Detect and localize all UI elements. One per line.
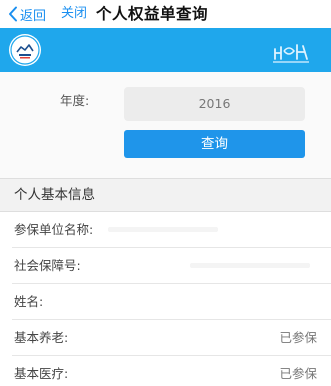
query-form: 年度: 2016 查询	[0, 72, 331, 178]
info-row-label: 姓名:	[14, 294, 44, 309]
info-row-employer: 参保单位名称:	[0, 212, 331, 248]
masked-value	[190, 263, 310, 268]
brand-mark-icon	[271, 35, 311, 69]
info-row-value: 已参保	[279, 366, 317, 381]
logo-icon	[9, 34, 41, 66]
info-row-label: 参保单位名称:	[14, 222, 94, 237]
query-button[interactable]: 查询	[124, 130, 305, 158]
masked-value	[108, 227, 218, 232]
close-button[interactable]: 关闭	[61, 4, 87, 24]
info-row-label: 基本养老:	[14, 330, 69, 345]
page-title: 个人权益单查询	[96, 5, 209, 23]
info-row-label: 基本医疗:	[14, 366, 69, 381]
info-row-basic-pension: 基本养老: 已参保	[0, 320, 331, 356]
info-row-label: 社会保障号:	[14, 258, 81, 273]
info-row-social-security-number: 社会保障号:	[0, 248, 331, 284]
header-banner	[0, 28, 331, 72]
year-select[interactable]: 2016	[124, 87, 305, 121]
year-label: 年度:	[60, 93, 90, 108]
info-row-name: 姓名:	[0, 284, 331, 320]
info-row-value: 已参保	[279, 330, 317, 345]
chevron-left-icon	[9, 6, 17, 22]
back-button[interactable]: 返回	[8, 4, 46, 24]
section-header: 个人基本信息	[0, 178, 331, 212]
back-button-label: 返回	[20, 8, 47, 24]
section-title: 个人基本信息	[14, 187, 95, 203]
info-row-basic-medical: 基本医疗: 已参保	[0, 356, 331, 386]
top-navigation-bar: 返回 关闭 个人权益单查询	[0, 0, 331, 28]
